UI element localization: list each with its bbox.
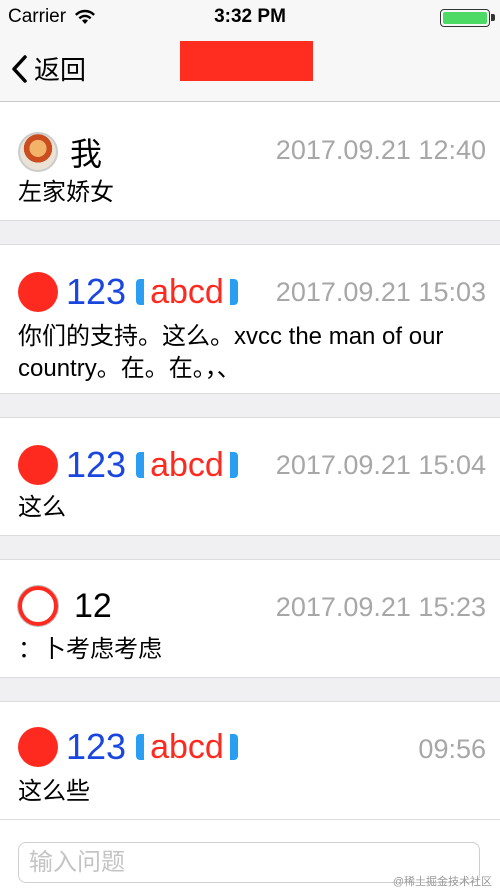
nav-title-block: [180, 41, 313, 81]
section-gap: [0, 678, 500, 702]
section-gap: [0, 394, 500, 418]
message-time: 2017.09.21 15:03: [275, 277, 486, 307]
list-item[interactable]: 123 abcd 09:56 这么些: [0, 702, 500, 820]
navigation-bar: 返回: [0, 36, 500, 102]
watermark: @稀土掘金技术社区: [392, 876, 492, 888]
avatar: [18, 272, 58, 312]
user-name: 123: [66, 726, 127, 767]
battery-icon: [440, 9, 495, 27]
avatar: [18, 132, 58, 172]
list-item[interactable]: 我 2017.09.21 12:40 左家娇女: [0, 103, 500, 221]
message-content: 左家娇女: [18, 179, 114, 206]
user-name: 123: [66, 271, 127, 312]
message-content: 这么些: [18, 778, 90, 805]
section-gap: [0, 536, 500, 560]
list-item[interactable]: 123 abcd 2017.09.21 15:04 这么: [0, 418, 500, 536]
message-time: 09:56: [418, 734, 486, 764]
avatar: [18, 445, 58, 485]
input-bar: @稀土掘金技术社区: [0, 828, 500, 895]
status-time: 3:32 PM: [214, 6, 286, 27]
back-label: 返回: [34, 55, 87, 85]
chevron-left-icon: [12, 54, 27, 83]
tag-label: abcd: [150, 445, 224, 484]
section-gap: [0, 221, 500, 245]
user-name: 123: [66, 444, 127, 485]
user-name: 12: [74, 586, 112, 625]
user-tag: abcd: [136, 446, 238, 485]
message-time: 2017.09.21 15:04: [275, 450, 486, 480]
user-tag: abcd: [136, 728, 238, 767]
message-content: ：卜考虑考虑: [18, 636, 162, 663]
back-button[interactable]: 返回: [10, 50, 86, 87]
user-tag: abcd: [136, 273, 238, 312]
avatar: [18, 586, 58, 626]
battery-level: [443, 12, 487, 24]
message-content: 你们的支持。这么。xvcc the man of our country。在。在…: [18, 323, 444, 382]
message-content: 这么: [18, 494, 66, 521]
list-item[interactable]: 12 2017.09.21 15:23 ：卜考虑考虑: [0, 560, 500, 678]
list-item[interactable]: 123 abcd 2017.09.21 15:03 你们的支持。这么。xvcc …: [0, 245, 500, 394]
message-time: 2017.09.21 15:23: [275, 592, 486, 622]
tag-label: abcd: [150, 727, 224, 766]
status-bar: Carrier 3:32 PM: [0, 0, 500, 36]
tag-label: abcd: [150, 272, 224, 311]
message-time: 2017.09.21 12:40: [275, 135, 486, 165]
user-name: 我: [70, 136, 103, 172]
message-list: 我 2017.09.21 12:40 左家娇女 123 abcd 2017.09…: [0, 103, 500, 820]
avatar: [18, 727, 58, 767]
